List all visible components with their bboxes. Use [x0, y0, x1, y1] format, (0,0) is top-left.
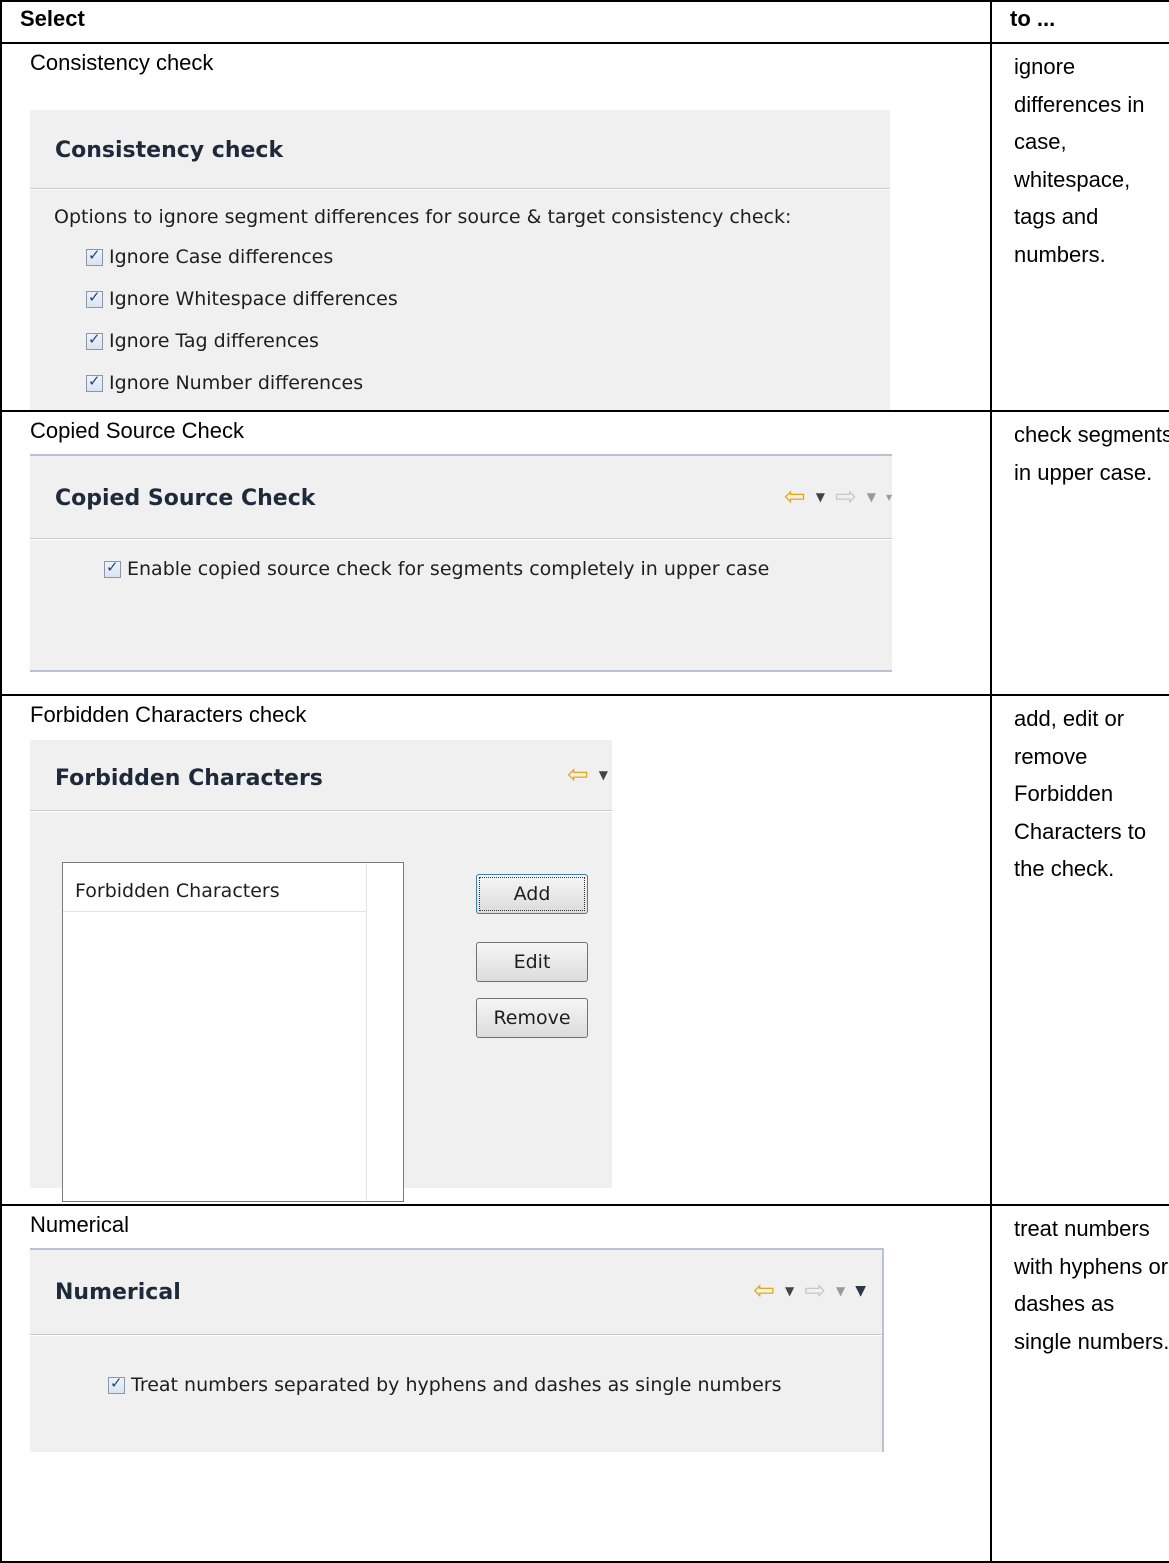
- row-consistency-left: Consistency check Consistency check Opti…: [0, 42, 992, 412]
- panel-divider-highlight: [30, 811, 612, 812]
- remove-button[interactable]: Remove: [476, 998, 588, 1038]
- checkbox-label: Ignore Tag differences: [109, 330, 319, 352]
- add-button[interactable]: Add: [476, 874, 588, 914]
- checkbox-label: Ignore Whitespace differences: [109, 288, 398, 310]
- list-column-divider: [366, 863, 367, 1201]
- forward-arrow-icon[interactable]: ⇨: [804, 1278, 826, 1304]
- dropdown-triangle-icon[interactable]: ▼: [599, 768, 608, 782]
- panel-title: Numerical: [55, 1280, 181, 1305]
- back-arrow-icon[interactable]: ⇦: [784, 484, 806, 510]
- row-description: treat numbers with hyphens or dashes as …: [1014, 1216, 1169, 1354]
- back-arrow-icon[interactable]: ⇦: [567, 762, 589, 788]
- forward-arrow-icon[interactable]: ⇨: [835, 484, 857, 510]
- panel-title: Copied Source Check: [55, 486, 316, 511]
- forbidden-characters-panel: Forbidden Characters ⇦ ▼ Forbidden Chara…: [30, 740, 612, 1202]
- row-consistency-right: ignore differences in case, whitespace, …: [990, 42, 1169, 412]
- checkbox-checked-icon[interactable]: [86, 372, 103, 392]
- checkbox-checked-icon[interactable]: [86, 330, 103, 350]
- enable-copied-source-checkbox[interactable]: Enable copied source check for segments …: [104, 558, 769, 580]
- checkbox-checked-icon[interactable]: [108, 1374, 125, 1394]
- panel-divider-highlight: [30, 1335, 882, 1336]
- row-description: add, edit or remove Forbidden Characters…: [1014, 706, 1147, 881]
- row-title: Copied Source Check: [30, 418, 245, 443]
- treat-numbers-checkbox[interactable]: Treat numbers separated by hyphens and d…: [108, 1374, 782, 1396]
- row-forbidden-right: add, edit or remove Forbidden Characters…: [990, 694, 1169, 1206]
- row-copied-source-left: Copied Source Check Copied Source Check …: [0, 410, 992, 696]
- panel-nav: ⇦ ▼: [567, 762, 608, 788]
- checkbox-label: Treat numbers separated by hyphens and d…: [131, 1374, 782, 1396]
- dropdown-triangle-icon[interactable]: ▼: [816, 490, 825, 504]
- ignore-whitespace-checkbox[interactable]: Ignore Whitespace differences: [86, 288, 398, 310]
- edit-button[interactable]: Edit: [476, 942, 588, 982]
- panel-nav: ⇦ ▼ ⇨ ▼ ▾: [784, 484, 892, 510]
- panel-nav: ⇦ ▼ ⇨ ▼ ▼: [753, 1278, 866, 1304]
- consistency-check-panel: Consistency check Options to ignore segm…: [30, 110, 890, 410]
- checkbox-checked-icon[interactable]: [86, 246, 103, 266]
- checkbox-label: Ignore Case differences: [109, 246, 334, 268]
- table-row: Forbidden Characters check Forbidden Cha…: [0, 694, 1169, 1206]
- checkbox-label: Enable copied source check for segments …: [127, 558, 770, 580]
- row-numerical-right: treat numbers with hyphens or dashes as …: [990, 1204, 1169, 1563]
- dropdown-triangle-icon[interactable]: ▼: [836, 1284, 845, 1298]
- panel-title: Consistency check: [55, 138, 284, 163]
- row-title: Forbidden Characters check: [30, 702, 307, 727]
- ignore-tag-checkbox[interactable]: Ignore Tag differences: [86, 330, 319, 352]
- row-forbidden-left: Forbidden Characters check Forbidden Cha…: [0, 694, 992, 1206]
- row-numerical-left: Numerical Numerical ⇦ ▼ ⇨ ▼ ▼ Treat numb…: [0, 1204, 992, 1563]
- list-column-header[interactable]: Forbidden Characters: [63, 863, 367, 912]
- table-row: Consistency check Consistency check Opti…: [0, 42, 1169, 412]
- dropdown-triangle-icon[interactable]: ▼: [867, 490, 876, 504]
- to-header: to ...: [990, 0, 1169, 44]
- list-column-header-label: Forbidden Characters: [75, 880, 280, 902]
- checkbox-checked-icon[interactable]: [104, 558, 121, 578]
- ignore-number-checkbox[interactable]: Ignore Number differences: [86, 372, 363, 394]
- row-description: ignore differences in case, whitespace, …: [1014, 54, 1145, 267]
- to-header-label: to ...: [1010, 6, 1056, 31]
- panel-title: Forbidden Characters: [55, 766, 323, 791]
- numerical-panel: Numerical ⇦ ▼ ⇨ ▼ ▼ Treat numbers separa…: [30, 1248, 884, 1452]
- select-header: Select: [0, 0, 992, 44]
- checkbox-checked-icon[interactable]: [86, 288, 103, 308]
- table-header-row: Select to ...: [0, 0, 1169, 44]
- dropdown-triangle-icon[interactable]: ▼: [785, 1284, 794, 1298]
- row-title: Consistency check: [30, 50, 214, 75]
- dropdown-triangle-icon[interactable]: ▾: [886, 490, 892, 504]
- options-table: Select to ... Consistency check Consiste…: [0, 0, 1169, 1563]
- checkbox-label: Ignore Number differences: [109, 372, 364, 394]
- panel-divider-highlight: [30, 539, 892, 540]
- row-copied-source-right: check segments in upper case.: [990, 410, 1169, 696]
- select-header-label: Select: [20, 6, 85, 31]
- row-title: Numerical: [30, 1212, 130, 1237]
- view-menu-icon[interactable]: ▼: [855, 1283, 866, 1299]
- row-description: check segments in upper case.: [1014, 422, 1169, 485]
- consistency-intro-text: Options to ignore segment differences fo…: [54, 206, 792, 228]
- table-row: Copied Source Check Copied Source Check …: [0, 410, 1169, 696]
- panel-divider-highlight: [30, 189, 890, 190]
- table-row: Numerical Numerical ⇦ ▼ ⇨ ▼ ▼ Treat numb…: [0, 1204, 1169, 1563]
- copied-source-check-panel: Copied Source Check ⇦ ▼ ⇨ ▼ ▾ Enable cop…: [30, 454, 892, 672]
- ignore-case-checkbox[interactable]: Ignore Case differences: [86, 246, 333, 268]
- back-arrow-icon[interactable]: ⇦: [753, 1278, 775, 1304]
- forbidden-characters-list[interactable]: Forbidden Characters: [62, 862, 404, 1202]
